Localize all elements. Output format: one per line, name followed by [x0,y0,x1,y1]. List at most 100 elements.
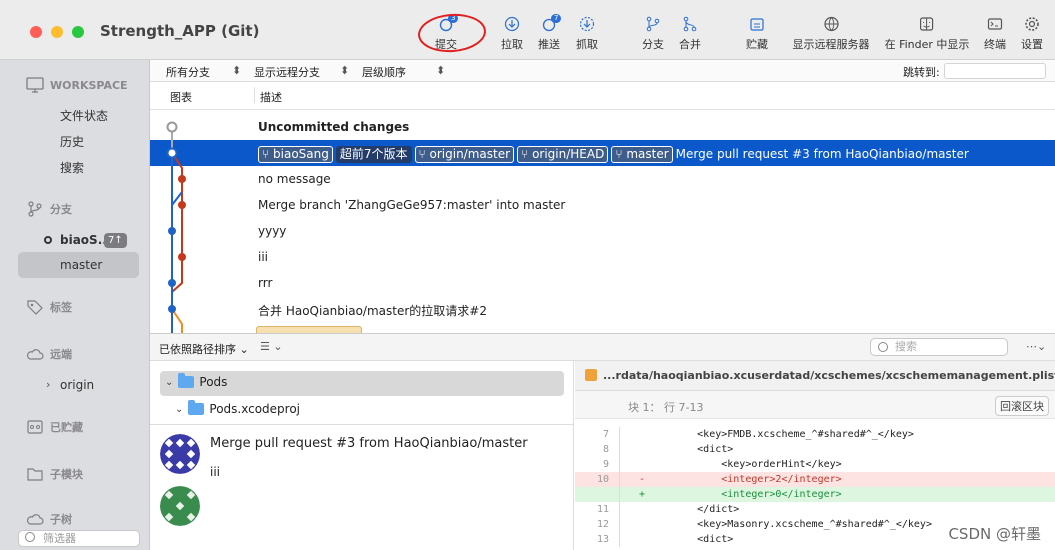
selected-commit-text: ⑂ biaoSang 超前7个版本 ⑂ origin/master ⑂ origin/… [258,146,969,163]
chevron-updown-icon: ⬍ [232,64,242,77]
gutter-divider [619,457,620,472]
history-row[interactable]: no message [150,166,1055,192]
line-number: 8 [602,444,609,455]
description-column-header[interactable]: 描述 [260,89,282,105]
diff-file-path: ...rdata/haoqianbiao.xcuserdatad/xcschem… [603,369,1055,382]
chevron-right-icon[interactable]: › [46,378,50,391]
list-view-icon[interactable]: ☰ ⌄ [260,340,283,353]
terminal-button[interactable]: 终端 [984,16,1006,52]
show-remote-button[interactable]: 显示远程服务器 [793,16,870,52]
history-row[interactable]: iii [150,244,1055,270]
gutter-divider [619,502,620,517]
order-select[interactable]: 层级顺序 [362,64,406,80]
diff-line[interactable]: 9 <key>orderHint</key> [575,457,1055,472]
sidebar-section-subtrees[interactable]: 子树 [26,510,72,528]
search-icon [25,532,35,542]
settings-label: 设置 [1021,38,1043,51]
diff-code: <integer>0</integer> [649,489,842,500]
gutter-divider [619,472,620,487]
ahead-tag: 超前7个版本 [335,146,412,163]
sidebar-section-remotes[interactable]: 远端 [26,345,72,363]
app-window: Strength_APP (Git) 3 提交 拉取 7 推送 抓取 分支 合并 [0,0,1055,550]
merge-label: 合并 [679,38,701,51]
cloud-icon [26,510,44,528]
gutter-divider [619,427,620,442]
sidebar-section-workspace: WORKSPACE [26,76,128,94]
sidebar-item-origin[interactable]: origin [60,378,94,392]
history-row-uncommitted[interactable]: Uncommitted changes [150,114,1055,140]
diff-line[interactable]: 7 <key>FMDB.xcscheme_^#shared#^_</key> [575,427,1055,442]
minimize-button[interactable] [51,26,63,38]
folder-icon [188,400,205,415]
gutter-divider [619,532,620,547]
sidebar-item-search[interactable]: 搜索 [60,159,84,176]
show-remote-select[interactable]: 显示远程分支 [254,64,320,80]
stash-icon [749,16,765,32]
sidebar-item-master[interactable]: master [60,258,102,272]
jump-to-field[interactable] [944,63,1046,79]
globe-icon [823,16,839,32]
more-options-icon[interactable]: ⋯⌄ [1026,340,1046,353]
diff-line[interactable]: 10 - <integer>2</integer> [575,472,1055,487]
diff-code: <dict> [649,534,734,545]
line-number: 11 [596,504,609,515]
diff-code: <integer>2</integer> [649,474,842,485]
branch-button[interactable]: 分支 [642,16,664,52]
zoom-button[interactable] [72,26,84,38]
watermark: CSDN @轩墨 [948,525,1041,543]
diff-code: <key>Masonry.xcscheme_^#shared#^_</key> [649,519,932,530]
history-row[interactable]: yyyy [150,218,1055,244]
window-title: Strength_APP (Git) [100,22,260,40]
diff-line[interactable]: 8 <dict> [575,442,1055,457]
chevron-updown-icon: ⬍ [340,64,350,77]
workspace-label: WORKSPACE [50,78,128,92]
folder-row-xcodeproj[interactable]: ⌄ Pods.xcodeproj [175,400,300,416]
sidebar-section-submodules[interactable]: 子模块 [26,465,83,483]
graph-column-header[interactable]: 图表 [170,89,192,105]
push-label: 推送 [538,38,560,51]
sidebar-section-stashes[interactable]: 已贮藏 [26,418,83,436]
file-search-input[interactable]: 搜索 [870,338,1008,356]
discard-hunk-button[interactable]: 回滚区块 [995,396,1049,416]
pull-label: 拉取 [501,38,523,51]
history-row-selected[interactable]: ⑂ biaoSang 超前7个版本 ⑂ origin/master ⑂ origin/… [150,140,1055,166]
stash-button[interactable]: 贮藏 [746,16,768,52]
settings-button[interactable]: 设置 [1021,16,1043,52]
fetch-button[interactable]: 抓取 [576,16,598,52]
finder-icon [919,16,935,32]
cloud-icon [26,345,44,363]
history-row[interactable]: 合并 HaoQianbiao/master的拉取请求#2 [150,296,1055,322]
merge-button[interactable]: 合并 [679,16,701,52]
commit-message: Merge branch 'ZhangGeGe957:master' into … [258,198,566,212]
diff-code: </dict> [649,504,740,515]
push-button[interactable]: 7 推送 [538,14,562,52]
close-button[interactable] [30,26,42,38]
sidebar-section-tags[interactable]: 标签 [26,298,72,316]
diff-line[interactable]: + <integer>0</integer> [575,487,1055,502]
gear-icon [1024,16,1040,32]
folder-icon [178,373,195,388]
pull-button[interactable]: 拉取 [501,16,523,52]
diff-line[interactable]: 11 </dict> [575,502,1055,517]
branch-tag: ⑂ biaoSang [258,146,333,163]
sidebar-filter-input[interactable]: 筛选器 [18,530,140,547]
folder-row-pods[interactable]: ⌄ Pods [165,373,227,389]
sidebar-item-history[interactable]: 历史 [60,133,84,150]
stash-icon [26,418,44,436]
sidebar-section-branches[interactable]: 分支 [26,200,72,218]
sort-by-path-dropdown[interactable]: 已依照路径排序 ⌄ [159,341,249,357]
hunk-label: 块 1： 行 7-13 [628,401,704,414]
branch-icon [26,200,44,218]
show-in-finder-button[interactable]: 在 Finder 中显示 [885,16,969,52]
sidebar-item-file-status[interactable]: 文件状态 [60,107,108,124]
submodules-header: 子模块 [50,468,83,481]
show-remote-label: 显示远程服务器 [792,38,870,51]
history-row[interactable]: Merge branch 'ZhangGeGe957:master' into … [150,192,1055,218]
diff-file-header: ...rdata/haoqianbiao.xcuserdatad/xcschem… [575,361,1055,391]
history-row[interactable]: rrr [150,270,1055,296]
diff-sign: - [639,474,646,485]
uncommitted-label: Uncommitted changes [258,120,410,134]
all-branches-select[interactable]: 所有分支 [166,64,210,80]
branch-label: 分支 [642,38,664,51]
diff-panel: ...rdata/haoqianbiao.xcuserdatad/xcschem… [575,361,1055,550]
